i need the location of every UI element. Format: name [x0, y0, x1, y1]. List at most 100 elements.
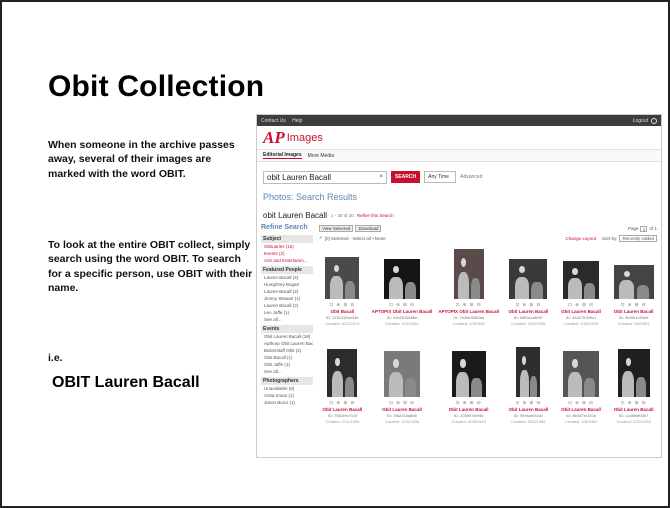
- thumbnail-card[interactable]: ⊡ ⊕ ⊞ ⊟ APTOPIX Obit Lauren Bacall ID: 7b3…: [438, 247, 499, 341]
- thumbnail-image[interactable]: [563, 261, 600, 299]
- thumbnail-caption[interactable]: Obit Lauren Bacall: [614, 407, 654, 412]
- thumbnail-action-icons[interactable]: ⊡ ⊕ ⊞ ⊟: [515, 400, 541, 406]
- sidebar-item[interactable]: Jimmy Stewart (1): [261, 295, 313, 302]
- tab-more-media[interactable]: More Media: [308, 153, 334, 159]
- refine-search-link[interactable]: Refine this Search: [357, 213, 394, 218]
- thumbnail-frame: [372, 345, 433, 397]
- sidebar-item[interactable]: Leo Jaffe (1): [261, 309, 313, 316]
- thumbnail-caption[interactable]: Obit Lauren Bacall: [561, 407, 601, 412]
- select-none-link[interactable]: None: [375, 236, 386, 241]
- thumbnail-id: ID: 68f0a1c8b97: [513, 315, 544, 320]
- ap-images-logo[interactable]: AP Images: [257, 126, 661, 150]
- thumbnail-action-icons[interactable]: ⊡ ⊕ ⊞ ⊟: [621, 400, 647, 406]
- thumbnail-caption[interactable]: APTOPIX Obit Lauren Bacall: [372, 309, 433, 314]
- clear-icon[interactable]: ×: [379, 174, 383, 180]
- sidebar-item[interactable]: Bickerstaff Obit (2): [261, 347, 313, 354]
- sidebar-item[interactable]: See all...: [261, 368, 313, 375]
- thumbnail-caption[interactable]: Obit Lauren Bacall: [508, 309, 548, 314]
- sidebar-item[interactable]: Events (2): [261, 250, 313, 257]
- thumbnail-caption[interactable]: Obit Bacall: [331, 309, 355, 314]
- thumbnail-caption[interactable]: Obit Lauren Bacall: [561, 309, 601, 314]
- thumbnail-action-icons[interactable]: ⊡ ⊕ ⊞ ⊟: [515, 302, 541, 308]
- thumbnail-card[interactable]: ⊡ ⊕ ⊞ ⊟ Obit Lauren Bacall ID: 8b3d7e1f20a…: [558, 345, 605, 439]
- sidebar-item[interactable]: Unavailable (8): [261, 385, 313, 392]
- thumbnail-card[interactable]: ⊡ ⊕ ⊞ ⊟ Obit Lauren Bacall ID: c1d8e6f03b7…: [610, 345, 657, 439]
- thumbnail-card[interactable]: ⊡ ⊕ ⊞ ⊟ Obit Bacall ID: 3761152bb346 Create…: [319, 247, 366, 341]
- logout-link[interactable]: Logout: [633, 118, 648, 124]
- thumbnail-caption[interactable]: APTOPIX Obit Lauren Bacall: [438, 309, 499, 314]
- query-bar: obit Lauren Bacall 1 - 30 of 30 Refine t…: [257, 208, 661, 222]
- thumbnail-action-icons[interactable]: ⊡ ⊕ ⊞ ⊟: [568, 302, 594, 308]
- search-input[interactable]: obit Lauren Bacall ×: [263, 170, 387, 184]
- thumbnail-image[interactable]: [617, 349, 650, 397]
- sidebar-item[interactable]: Anita Kraus (1): [261, 392, 313, 399]
- thumbnail-image[interactable]: [451, 351, 486, 397]
- thumbnail-card[interactable]: ⊡ ⊕ ⊞ ⊟ Obit Lauren Bacall ID: 203b976ef46…: [438, 345, 499, 439]
- search-icon[interactable]: [651, 117, 657, 124]
- thumbnail-action-icons[interactable]: ⊡ ⊕ ⊞ ⊟: [621, 302, 647, 308]
- sort-select[interactable]: Recently Added: [619, 234, 657, 242]
- thumbnail-caption[interactable]: Obit Lauren Bacall: [449, 407, 489, 412]
- sidebar-item[interactable]: Obit Jaffe (1): [261, 361, 313, 368]
- sidebar-item[interactable]: Jason Bucci (1): [261, 399, 313, 406]
- thumbnail-action-icons[interactable]: ⊡ ⊕ ⊞ ⊟: [329, 400, 355, 406]
- thumbnail-image[interactable]: [613, 265, 654, 299]
- contact-us-link[interactable]: Contact Us: [261, 118, 286, 124]
- thumbnail-frame: [438, 345, 499, 397]
- search-button[interactable]: SEARCH: [391, 171, 421, 183]
- featured-people-header[interactable]: Featured People: [261, 266, 313, 274]
- download-button[interactable]: Download: [355, 225, 382, 232]
- thumbnail-card[interactable]: ⊡ ⊕ ⊞ ⊟ Obit Lauren Bacall ID: 7082e9c7c3f…: [319, 345, 366, 439]
- results-heading: Photos: Search Results: [263, 192, 358, 202]
- sidebar-item[interactable]: Obit Bacall (1): [261, 354, 313, 361]
- sidebar-item[interactable]: Obituaries (16): [261, 243, 313, 250]
- thumbnail-card[interactable]: ⊡ ⊕ ⊞ ⊟ Obit Lauren Bacall ID: 4fd0b1c93e6…: [610, 247, 657, 341]
- thumbnail-action-icons[interactable]: ⊡ ⊕ ⊞ ⊟: [568, 400, 594, 406]
- help-link[interactable]: Help: [292, 118, 302, 124]
- thumbnail-action-icons[interactable]: ⊡ ⊕ ⊞ ⊟: [456, 302, 482, 308]
- thumbnail-id: ID: 8b3d7e1f20a: [566, 413, 596, 418]
- change-layout-link[interactable]: Change Layout: [565, 236, 596, 241]
- check-icon: ✓: [319, 235, 323, 240]
- view-selected-button[interactable]: View Selected: [319, 225, 354, 232]
- thumbnail-action-icons[interactable]: ⊡ ⊕ ⊞ ⊟: [329, 302, 355, 308]
- thumbnail-image[interactable]: [384, 351, 420, 397]
- thumbnail-created: Created: 3/5/1981: [617, 321, 650, 326]
- thumbnail-caption[interactable]: Obit Lauren Bacall: [614, 309, 654, 314]
- photographers-header[interactable]: Photographers: [261, 377, 313, 385]
- thumbnail-image[interactable]: [509, 259, 548, 299]
- page-input[interactable]: 1: [640, 225, 648, 232]
- sidebar-item[interactable]: Humphrey Bogart: [261, 281, 313, 288]
- thumbnail-caption[interactable]: Obit Lauren Bacall: [382, 407, 422, 412]
- thumbnail-action-icons[interactable]: ⊡ ⊕ ⊞ ⊟: [389, 400, 415, 406]
- thumbnail-image[interactable]: [325, 257, 360, 299]
- time-select[interactable]: Any Time: [424, 171, 457, 183]
- thumbnail-image[interactable]: [453, 249, 484, 299]
- sidebar-item[interactable]: Arts and Entertainm...: [261, 257, 313, 264]
- thumbnail-action-icons[interactable]: ⊡ ⊕ ⊞ ⊟: [389, 302, 415, 308]
- advanced-link[interactable]: Advanced: [460, 174, 482, 180]
- thumbnail-action-icons[interactable]: ⊡ ⊕ ⊞ ⊟: [456, 400, 482, 406]
- thumbnail-image[interactable]: [563, 351, 600, 397]
- sidebar-item[interactable]: Lauren Bacall (4): [261, 274, 313, 281]
- tab-editorial-images[interactable]: Editorial Images: [263, 152, 302, 159]
- thumbnail-image[interactable]: [384, 259, 420, 299]
- select-all-link[interactable]: Select all: [353, 236, 371, 241]
- events-header[interactable]: Events: [261, 325, 313, 333]
- thumbnail-caption[interactable]: Obit Lauren Bacall: [508, 407, 548, 412]
- subject-header[interactable]: Subject: [261, 235, 313, 243]
- thumbnail-image[interactable]: [516, 347, 541, 397]
- thumbnail-caption[interactable]: Obit Lauren Bacall: [322, 407, 362, 412]
- sidebar-item[interactable]: Obit Lauren Bacall (18): [261, 333, 313, 340]
- thumbnail-card[interactable]: ⊡ ⊕ ⊞ ⊟ Obit Lauren Bacall ID: 3fd2216a8b6…: [372, 345, 433, 439]
- results-main: View Selected Download Page 1 of 1 ✓ [0]…: [313, 224, 661, 439]
- thumbnail-card[interactable]: ⊡ ⊕ ⊞ ⊟ APTOPIX Obit Lauren Bacall ID: 41e…: [372, 247, 433, 341]
- thumbnail-card[interactable]: ⊡ ⊕ ⊞ ⊟ Obit Lauren Bacall ID: 68f0a1c8b97…: [505, 247, 552, 341]
- thumbnail-card[interactable]: ⊡ ⊕ ⊞ ⊟ Obit Lauren Bacall ID: 46d27b2b5c1…: [558, 247, 605, 341]
- sidebar-item[interactable]: Apthorp Obit Lauren Bacall (2): [261, 340, 313, 347]
- sidebar-item[interactable]: Lauren Bacall (2): [261, 302, 313, 309]
- sidebar-item[interactable]: See all...: [261, 316, 313, 323]
- sidebar-item[interactable]: Lauren Bacall (2): [261, 288, 313, 295]
- thumbnail-card[interactable]: ⊡ ⊕ ⊞ ⊟ Obit Lauren Bacall ID: 99e6a0f4b3c…: [505, 345, 552, 439]
- thumbnail-image[interactable]: [327, 349, 358, 397]
